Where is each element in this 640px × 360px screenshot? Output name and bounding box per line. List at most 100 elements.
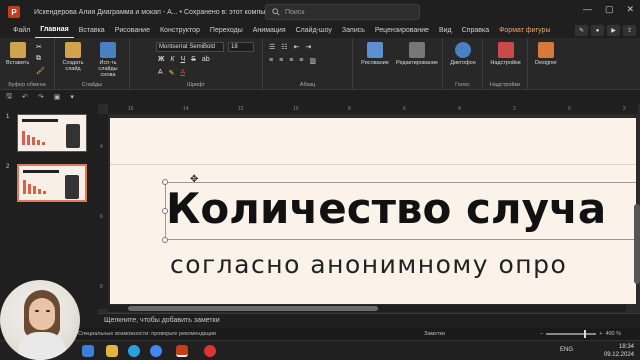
tab-shape-format[interactable]: Формат фигуры: [494, 24, 555, 38]
clock[interactable]: 18:34 09.12.2024: [604, 343, 634, 359]
tab-animations[interactable]: Анимация: [248, 24, 291, 38]
horizontal-scrollbar[interactable]: [108, 305, 626, 312]
editing-button[interactable]: Редактирование: [393, 42, 441, 66]
share-icon[interactable]: ⇪: [623, 25, 636, 36]
tab-view[interactable]: Вид: [434, 24, 457, 38]
recorder-icon[interactable]: [204, 345, 216, 357]
comments-icon[interactable]: ✎: [575, 25, 588, 36]
font-color-icon[interactable]: A: [181, 69, 186, 77]
slide-subtitle[interactable]: согласно анонимному опро: [170, 250, 567, 279]
notes-button[interactable]: Заметки: [424, 331, 445, 337]
tab-review[interactable]: Рецензирование: [370, 24, 434, 38]
maximize-button[interactable]: ▢: [605, 4, 614, 15]
new-slide-button[interactable]: Создать слайд: [61, 42, 85, 72]
align-right-icon[interactable]: ≡: [289, 57, 293, 65]
zoom-out-icon[interactable]: −: [540, 331, 543, 337]
customize-icon[interactable]: ▾: [70, 93, 74, 101]
addins-button-label: Надстройки: [490, 60, 521, 66]
editing-label: Редактирование: [396, 60, 438, 66]
zoom-level[interactable]: 400 %: [605, 331, 621, 337]
redo-icon[interactable]: ↷: [38, 93, 44, 101]
clock-date: 09.12.2024: [603, 352, 634, 358]
bullets-icon[interactable]: ☰: [269, 43, 275, 51]
columns-icon[interactable]: ▥: [309, 57, 316, 65]
italic-icon[interactable]: К: [170, 56, 174, 63]
clipboard-group: Вставить ✂ ⧉ 🖌 Буфер обмена: [0, 38, 55, 90]
slide-thumbnail[interactable]: [17, 114, 87, 152]
justify-icon[interactable]: ≡: [299, 57, 303, 65]
chrome-icon[interactable]: [150, 345, 162, 357]
tab-slideshow[interactable]: Слайд-шоу: [291, 24, 337, 38]
reuse-slides-button[interactable]: Исп-ть слайды снова: [91, 42, 125, 78]
font-format-row: Ж К Ч S ab: [158, 56, 210, 63]
drawing-button[interactable]: Рисование: [357, 42, 393, 66]
bold-icon[interactable]: Ж: [158, 56, 164, 63]
slide-number: 2: [6, 164, 10, 170]
windows-start-icon[interactable]: [82, 345, 94, 357]
dictate-button[interactable]: Диктофон: [449, 42, 477, 66]
align-center-icon[interactable]: ≡: [279, 57, 283, 65]
powerpoint-app-icon: P: [8, 6, 20, 18]
ruler-tick: 2: [513, 106, 516, 112]
paragraph-group: ☰ ☷ ⇤ ⇥ ≡ ≡ ≡ ≡ ▥ Абзац: [263, 38, 353, 90]
format-painter-icon[interactable]: 🖌: [36, 67, 45, 75]
copy-icon[interactable]: ⧉: [36, 55, 41, 63]
spacing-icon[interactable]: ab: [202, 56, 210, 63]
slide-thumbnail-selected[interactable]: [17, 164, 87, 202]
resize-handle[interactable]: [162, 237, 168, 243]
telegram-icon[interactable]: [128, 345, 140, 357]
powerpoint-window: { "window": {"title": "Искендерова Алия …: [0, 0, 640, 360]
addins-button[interactable]: Надстройки: [488, 42, 523, 66]
tab-home[interactable]: Главная: [35, 23, 74, 39]
tab-insert[interactable]: Вставка: [74, 24, 110, 38]
tab-design[interactable]: Конструктор: [155, 24, 205, 38]
zoom-in-icon[interactable]: +: [599, 331, 602, 337]
powerpoint-taskbar-icon[interactable]: [176, 345, 188, 357]
ribbon-top-icons: ✎ ● ▶ ⇪: [575, 25, 636, 36]
indent-icon[interactable]: ⇤: [294, 43, 300, 51]
save-icon[interactable]: 🖫: [6, 92, 12, 103]
slide-canvas[interactable]: ✥ Количество случа согласно анонимному о…: [110, 118, 636, 304]
ruler-tick: 4: [100, 144, 103, 150]
ruler-tick: 6: [403, 106, 406, 112]
search-box[interactable]: Поиск: [265, 4, 420, 20]
scroll-thumb[interactable]: [128, 306, 378, 311]
undo-icon[interactable]: ↶: [22, 93, 28, 101]
ruler-tick: 10: [293, 106, 299, 112]
accessibility-status[interactable]: Специальные возможности: проверьте реком…: [78, 331, 216, 337]
tab-file[interactable]: Файл: [8, 24, 35, 38]
present-icon[interactable]: ▶: [607, 25, 620, 36]
zoom-control: − + 400 %: [540, 330, 621, 338]
windows-taskbar: ENG 18:34 09.12.2024: [0, 340, 640, 360]
notes-pane[interactable]: Щелкните, чтобы добавить заметки: [98, 313, 640, 328]
highlight-icon[interactable]: ✎: [169, 69, 175, 77]
text-effects-icon[interactable]: A: [158, 69, 163, 77]
close-button[interactable]: ✕: [626, 4, 634, 15]
strikethrough-icon[interactable]: S: [191, 56, 196, 63]
minimize-button[interactable]: —: [583, 4, 592, 15]
slide-title[interactable]: Количество случа: [166, 184, 606, 233]
language-indicator[interactable]: ENG: [560, 347, 573, 353]
start-icon[interactable]: ▣: [54, 93, 61, 101]
outdent-icon[interactable]: ⇥: [305, 43, 311, 51]
tab-help[interactable]: Справка: [457, 24, 494, 38]
file-explorer-icon[interactable]: [106, 345, 118, 357]
paste-button[interactable]: Вставить: [6, 42, 29, 66]
ruler-tick: 12: [238, 106, 244, 112]
reuse-slides-label: Исп-ть слайды снова: [98, 60, 118, 78]
numbering-icon[interactable]: ☷: [281, 43, 287, 51]
tab-transitions[interactable]: Переходы: [205, 24, 248, 38]
font-size-select[interactable]: 18: [228, 42, 254, 52]
tab-draw[interactable]: Рисование: [110, 24, 155, 38]
underline-icon[interactable]: Ч: [180, 56, 185, 63]
cut-icon[interactable]: ✂: [36, 43, 42, 51]
designer-button[interactable]: Designer: [532, 42, 560, 66]
ruler-tick: 0: [568, 106, 571, 112]
zoom-slider[interactable]: [546, 330, 597, 338]
vertical-scrollbar[interactable]: [634, 204, 640, 284]
tab-record[interactable]: Запись: [337, 24, 370, 38]
align-left-icon[interactable]: ≡: [269, 57, 273, 65]
font-name-select[interactable]: Montserrat SemiBold: [156, 42, 224, 52]
ruler-tick: 16: [128, 106, 134, 112]
record-icon[interactable]: ●: [591, 25, 604, 36]
